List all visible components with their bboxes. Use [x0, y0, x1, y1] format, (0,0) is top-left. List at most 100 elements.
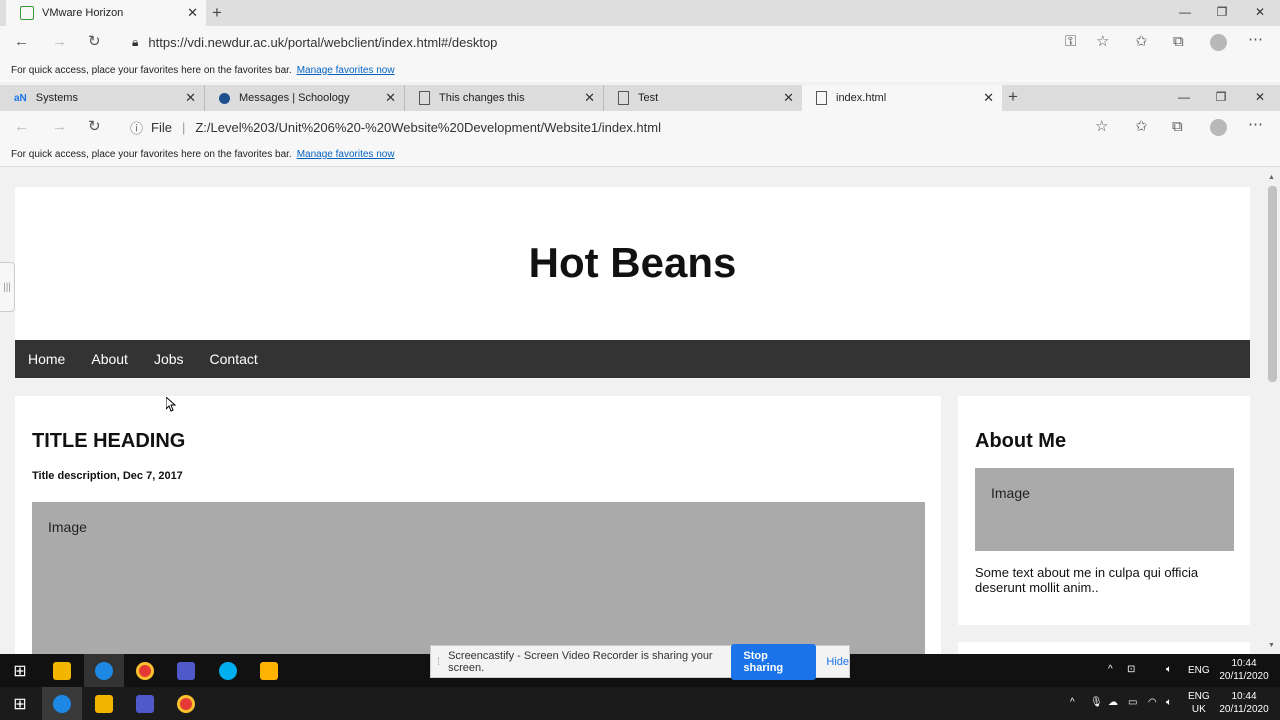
tab-index[interactable]: index.html ✕	[802, 85, 1002, 111]
app-c-icon[interactable]	[249, 654, 289, 687]
teams-icon[interactable]	[166, 654, 206, 687]
fav-hint: For quick access, place your favorites h…	[11, 149, 292, 160]
microphone-icon[interactable]: 🎙︎	[1090, 696, 1103, 709]
site-title: Hot Beans	[528, 239, 737, 286]
minimize-icon[interactable]: —	[1165, 90, 1203, 104]
profile-avatar[interactable]	[1210, 119, 1227, 136]
restore-icon[interactable]: ❐	[1203, 5, 1241, 19]
refresh-icon[interactable]: ↻	[88, 34, 101, 50]
minimize-icon[interactable]: —	[1166, 5, 1204, 19]
close-icon[interactable]: ✕	[185, 90, 196, 106]
hide-button[interactable]: Hide	[826, 656, 849, 668]
schoology-icon	[219, 92, 230, 104]
tab-this-changes[interactable]: This changes this ✕	[404, 85, 603, 111]
close-icon[interactable]: ✕	[783, 90, 794, 106]
fav-hint: For quick access, place your favorites h…	[11, 64, 292, 76]
outer-clock[interactable]: 10:44 20/11/2020	[1214, 690, 1274, 716]
collections-icon[interactable]: ⧉	[1172, 119, 1183, 135]
inner-url-field[interactable]: ⓘ File | Z:/Level%203/Unit%206%20-%20Web…	[120, 114, 1080, 140]
forward-icon[interactable]: →	[52, 34, 67, 50]
more-icon[interactable]: ⋯	[1248, 32, 1263, 48]
close-icon[interactable]: ✕	[187, 5, 198, 21]
tray-chevron-icon[interactable]: ^	[1070, 696, 1075, 709]
tab-label: Test	[638, 92, 659, 104]
outer-tab-label: VMware Horizon	[42, 7, 124, 19]
teams-icon[interactable]	[125, 687, 165, 720]
windows-start-icon[interactable]: ⊞	[0, 687, 40, 720]
edge-icon[interactable]	[84, 654, 124, 687]
battery-icon[interactable]: ▭	[1128, 696, 1137, 709]
nav-contact[interactable]: Contact	[197, 351, 271, 367]
favorite-star-icon[interactable]: ☆	[1095, 119, 1108, 135]
wifi-icon[interactable]: ◠	[1148, 696, 1157, 709]
edge-icon[interactable]	[42, 687, 82, 720]
volume-icon[interactable]: 🔈︎	[1166, 696, 1172, 709]
nav-home[interactable]: Home	[15, 351, 78, 367]
close-icon[interactable]: ✕	[385, 90, 396, 106]
refresh-icon[interactable]: ↻	[88, 119, 101, 135]
skype-icon[interactable]	[208, 654, 248, 687]
more-icon[interactable]: ⋯	[1248, 117, 1263, 133]
collections-icon[interactable]: ⧉	[1173, 34, 1184, 50]
close-window-icon[interactable]: ✕	[1241, 5, 1279, 19]
close-window-icon[interactable]: ✕	[1241, 90, 1279, 104]
inner-lang[interactable]: ENG	[1188, 664, 1210, 677]
inner-favorites-bar: For quick access, place your favorites h…	[0, 143, 1280, 167]
forward-icon[interactable]: →	[52, 119, 67, 135]
tray-chevron-icon[interactable]: ^	[1108, 663, 1113, 676]
main-image-placeholder: Image	[32, 502, 925, 654]
outer-region: UK	[1191, 704, 1206, 715]
network-icon[interactable]: ⊡	[1127, 663, 1135, 676]
key-icon[interactable]: ⚿	[1065, 34, 1076, 50]
chrome-icon[interactable]	[166, 687, 206, 720]
about-card: About Me Image Some text about me in cul…	[958, 396, 1250, 625]
manage-favorites-link[interactable]: Manage favorites now	[297, 65, 395, 76]
windows-start-icon[interactable]: ⊞	[0, 654, 40, 687]
lock-icon: 🔒︎	[132, 34, 139, 49]
tab-schoology[interactable]: Messages | Schoology ✕	[204, 85, 404, 111]
outer-date: 20/11/2020	[1219, 704, 1269, 715]
site-header: Hot Beans	[15, 187, 1250, 340]
inner-addressbar: ← → ↻ ⓘ File | Z:/Level%203/Unit%206%20-…	[0, 111, 1280, 143]
outer-tab-vmware[interactable]: VMware Horizon ✕	[6, 0, 206, 26]
outer-url-field[interactable]: 🔒︎ https://vdi.newdur.ac.uk/portal/webcl…	[120, 29, 1120, 55]
side-drag-handle[interactable]: |||	[0, 262, 15, 312]
new-tab-icon[interactable]: +	[212, 3, 222, 23]
manage-favorites-link[interactable]: Manage favorites now	[297, 149, 395, 160]
favorites-icon[interactable]: ✩	[1135, 34, 1148, 50]
nav-about[interactable]: About	[78, 351, 141, 367]
about-image-placeholder: Image	[975, 468, 1234, 551]
favorite-star-icon[interactable]: ☆	[1096, 34, 1109, 50]
back-icon[interactable]: ←	[14, 34, 29, 50]
scroll-thumb[interactable]	[1268, 186, 1277, 382]
systems-icon: aN	[14, 92, 27, 104]
file-explorer-icon[interactable]	[42, 654, 82, 687]
restore-icon[interactable]: ❐	[1202, 90, 1240, 104]
vmware-icon	[20, 6, 34, 20]
scroll-up-icon[interactable]: ▲	[1268, 174, 1275, 181]
drag-grip-icon: ⁞	[437, 655, 441, 668]
close-icon[interactable]: ✕	[584, 90, 595, 106]
page-scrollbar[interactable]: ▲ ▼	[1265, 172, 1280, 654]
volume-icon[interactable]: 🔈︎	[1166, 663, 1172, 676]
scroll-down-icon[interactable]: ▼	[1268, 642, 1275, 649]
file-explorer-icon[interactable]	[84, 687, 124, 720]
new-tab-icon[interactable]: +	[1008, 87, 1018, 107]
close-icon[interactable]: ✕	[983, 90, 994, 106]
inner-tabstrip: aN Systems ✕ Messages | Schoology ✕ This…	[0, 85, 1280, 111]
profile-avatar[interactable]	[1210, 34, 1227, 51]
tab-test[interactable]: Test ✕	[603, 85, 802, 111]
tab-systems[interactable]: aN Systems ✕	[0, 85, 204, 111]
outer-lang-code: ENG	[1188, 691, 1210, 702]
url-divider: |	[181, 119, 186, 135]
chrome-icon[interactable]	[125, 654, 165, 687]
outer-lang[interactable]: ENG UK	[1188, 690, 1210, 716]
file-label: File	[151, 119, 172, 135]
stop-sharing-button[interactable]: Stop sharing	[731, 643, 817, 680]
favorites-icon[interactable]: ✩	[1135, 119, 1148, 135]
nav-jobs[interactable]: Jobs	[141, 351, 197, 367]
inner-clock[interactable]: 10:44 20/11/2020	[1214, 657, 1274, 683]
back-icon[interactable]: ←	[14, 119, 29, 135]
onedrive-icon[interactable]: ☁	[1108, 696, 1118, 709]
main-heading: TITLE HEADING	[32, 430, 186, 452]
